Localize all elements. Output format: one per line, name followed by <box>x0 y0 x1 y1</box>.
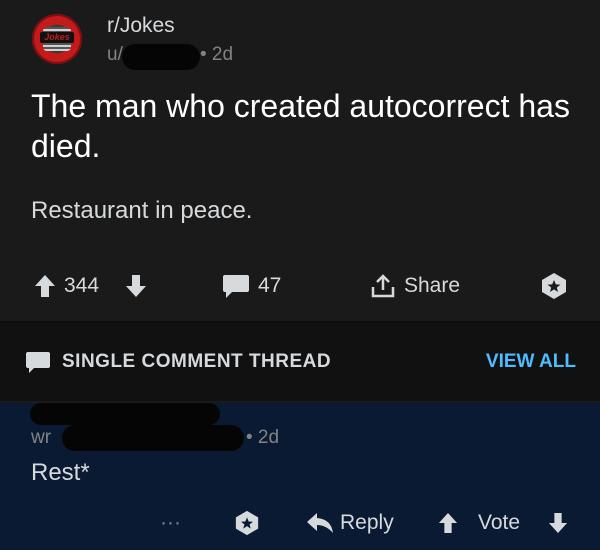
comment-card: wr • 2d Rest* ··· Reply Vote <box>0 403 600 550</box>
comments-button[interactable]: 47 <box>222 266 281 306</box>
reply-button[interactable]: Reply <box>306 505 394 541</box>
arrow-up-icon <box>438 513 458 533</box>
post-title[interactable]: The man who created autocorrect has died… <box>31 86 571 166</box>
comment-award-button[interactable] <box>234 505 260 541</box>
post-score: 344 <box>64 274 100 297</box>
arrow-down-icon <box>548 513 568 533</box>
redaction-mark <box>30 403 220 425</box>
post-time: • 2d <box>200 44 234 65</box>
reply-label: Reply <box>340 511 394 534</box>
post-body: Restaurant in peace. <box>31 197 253 224</box>
award-icon <box>542 273 566 299</box>
arrow-down-icon <box>126 275 146 297</box>
arrow-up-icon <box>35 275 55 297</box>
downvote-button[interactable] <box>125 266 147 306</box>
post-author[interactable]: u/ <box>107 44 123 66</box>
post-card: Jokes r/Jokes u/ • 2d The man who create… <box>0 0 600 320</box>
share-icon <box>371 274 395 298</box>
comment-action-bar: ··· Reply Vote <box>0 505 600 541</box>
comment-author[interactable]: wr <box>31 427 51 449</box>
share-button[interactable]: Share <box>370 266 460 306</box>
subreddit-name[interactable]: r/Jokes <box>107 14 175 38</box>
redaction-mark <box>62 425 244 451</box>
redaction-mark <box>122 44 200 70</box>
view-all-link[interactable]: VIEW ALL <box>486 351 576 373</box>
comment-bubble-icon <box>223 275 249 298</box>
share-label: Share <box>404 274 461 297</box>
award-button[interactable] <box>540 266 568 306</box>
vote-label: Vote <box>478 511 521 534</box>
comment-time: • 2d <box>246 427 280 448</box>
comment-upvote-button[interactable] <box>438 505 458 541</box>
subreddit-avatar[interactable]: Jokes <box>32 14 82 64</box>
single-comment-thread-bar: SINGLE COMMENT THREAD VIEW ALL <box>0 323 600 401</box>
post-action-bar: 344 47 Share <box>0 266 600 306</box>
avatar-logo-text: Jokes <box>40 32 74 43</box>
comment-bubble-icon <box>26 352 50 373</box>
award-icon <box>235 510 259 536</box>
thread-label: SINGLE COMMENT THREAD <box>62 351 332 372</box>
reply-arrow-icon <box>307 513 333 533</box>
more-options-button[interactable]: ··· <box>160 505 181 541</box>
comment-count: 47 <box>258 274 282 297</box>
comment-text: Rest* <box>31 459 90 486</box>
upvote-button[interactable] <box>34 266 56 306</box>
comment-downvote-button[interactable] <box>548 505 568 541</box>
